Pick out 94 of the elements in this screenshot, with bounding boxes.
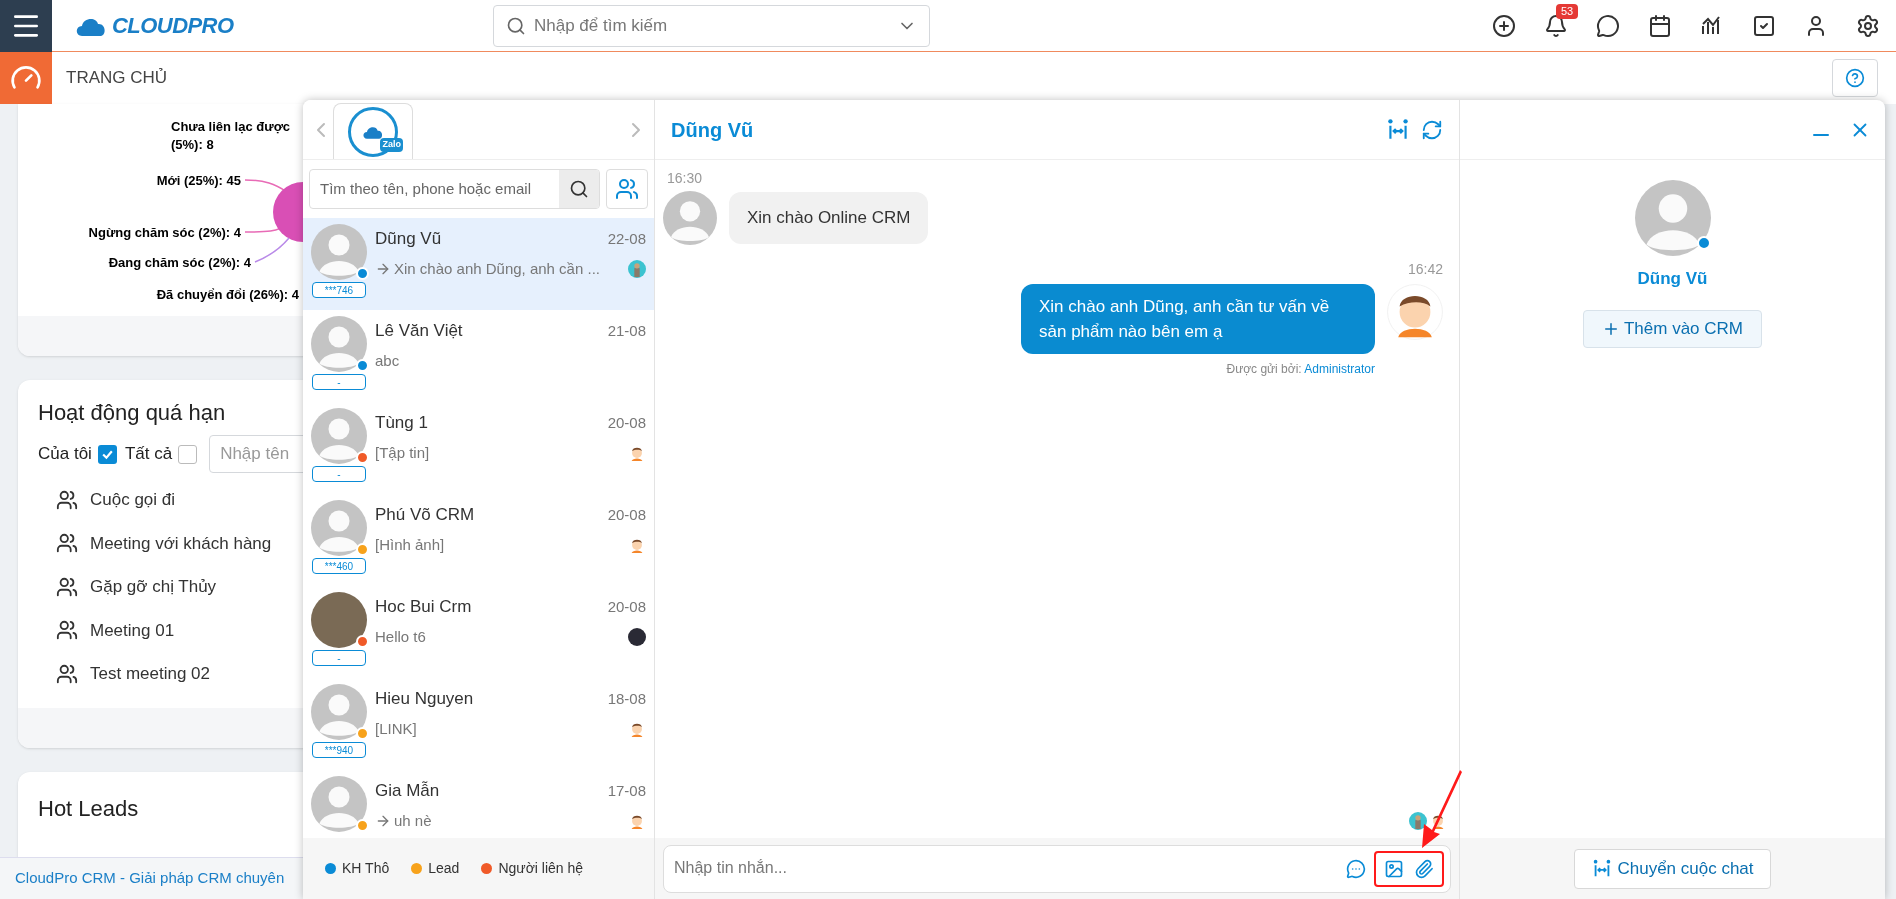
filter-label: Tất cả — [124, 443, 173, 466]
avatar — [663, 191, 717, 245]
meeting-icon — [56, 619, 78, 642]
menu-button[interactable] — [0, 0, 52, 52]
add-icon[interactable] — [1492, 13, 1516, 38]
search-icon — [506, 15, 526, 36]
incoming-message-bubble: Xin chào Online CRM — [729, 192, 929, 244]
contact-name: Gia Mẫn — [375, 780, 440, 802]
message-preview: uh nè — [394, 810, 432, 831]
contact-date: 20-08 — [607, 596, 646, 617]
chart-label: Ngừng chăm sóc (2%): 4 — [88, 224, 241, 242]
message-composer[interactable]: Nhập tin nhắn... — [663, 844, 1451, 893]
phone-tag: - — [312, 650, 366, 666]
activity-item[interactable]: Test meeting 02 — [90, 661, 210, 687]
message-preview: Hello t6 — [375, 626, 426, 647]
phone-tag: ***746 — [312, 282, 366, 298]
group-icon — [615, 177, 639, 201]
message-preview: [Tập tin] — [375, 442, 430, 463]
activity-item[interactable]: Gặp gỡ chị Thủy — [90, 574, 217, 600]
contact-date: 20-08 — [607, 504, 646, 525]
filter-label: Của tôi — [38, 443, 92, 466]
quick-reply-icon[interactable] — [1346, 858, 1366, 879]
phone-tag: ***940 — [312, 742, 366, 758]
meeting-icon — [56, 532, 78, 555]
page-title: TRANG CHỦ — [66, 67, 168, 90]
contact-date: 17-08 — [607, 780, 646, 801]
message-time: 16:42 — [1407, 260, 1443, 279]
refresh-icon[interactable] — [1421, 118, 1443, 141]
contact-date: 22-08 — [607, 228, 646, 249]
chart-label: Chưa liên lạc được (5%): 8 — [171, 118, 292, 154]
message-time: 16:30 — [667, 169, 703, 188]
activity-item[interactable]: Meeting với khách hàng — [90, 530, 272, 556]
conversation-title: Dũng Vũ — [671, 117, 754, 143]
card-title: Hot Leads — [38, 796, 139, 821]
phone-tag: - — [312, 374, 366, 390]
add-to-crm-button[interactable]: Thêm vào CRM — [1583, 309, 1762, 348]
contact-date: 18-08 — [607, 688, 646, 709]
footer-link[interactable]: CloudPro CRM - Giải pháp CRM chuyên — [15, 867, 285, 890]
contact-name: Lê Văn Việt — [375, 320, 463, 342]
outgoing-message-bubble: Xin chào anh Dũng, anh cần tư vấn về sản phẩm nào bên em ạ — [1021, 284, 1375, 354]
channel-tab[interactable]: Zalo — [333, 103, 413, 159]
contact-name: Dũng Vũ — [375, 228, 442, 250]
sent-by-text: Được gửi bởi: Administrator — [1226, 361, 1375, 378]
help-icon — [1845, 68, 1865, 88]
checkbox[interactable] — [97, 444, 117, 464]
chart-label: Đang chăm sóc (2%): 4 — [108, 254, 251, 272]
card-title: Hoạt động quá hạn — [38, 399, 226, 427]
zalo-badge: Zalo — [380, 138, 403, 152]
paperclip-icon[interactable] — [1414, 858, 1434, 879]
meeting-icon — [56, 488, 78, 511]
contact-name: Tùng 1 — [375, 412, 428, 434]
profile-name: Dũng Vũ — [1637, 268, 1708, 290]
message-preview: Xin chào anh Dũng, anh cần ... — [394, 258, 600, 279]
chart-label: Đã chuyển đổi (26%): 4 — [156, 286, 299, 304]
activity-item[interactable]: Cuộc gọi đi — [90, 487, 176, 513]
meeting-icon — [56, 662, 78, 685]
checkbox[interactable] — [178, 444, 198, 464]
phone-tag: ***460 — [312, 558, 366, 574]
man-avatar-icon — [1409, 812, 1427, 830]
group-button[interactable] — [606, 169, 648, 209]
chat-icon[interactable] — [1596, 13, 1620, 38]
image-icon[interactable] — [1384, 858, 1404, 879]
settings-icon[interactable] — [1856, 13, 1880, 38]
notification-bell-icon[interactable] — [1544, 13, 1568, 38]
legend-label: Người liên hệ — [498, 859, 584, 878]
activity-item[interactable]: Meeting 01 — [90, 617, 175, 643]
message-preview: [Hình ảnh] — [375, 534, 445, 555]
contact-name: Phú Võ CRM — [375, 504, 475, 526]
task-icon[interactable] — [1752, 13, 1776, 38]
message-preview: [LINK] — [375, 718, 417, 739]
legend-label: KH Thô — [342, 859, 390, 878]
logo-text: CLOUDPRO — [112, 12, 234, 40]
search-icon — [569, 179, 589, 199]
contact-date: 20-08 — [607, 412, 646, 433]
contact-name: Hieu Nguyen — [375, 688, 474, 710]
contact-search-bar[interactable]: Tìm theo tên, phone hoặc email — [309, 169, 600, 209]
calendar-icon[interactable] — [1648, 13, 1672, 38]
message-preview: abc — [375, 350, 400, 371]
search-button[interactable] — [559, 170, 599, 208]
search-bar[interactable]: Nhập để tìm kiếm — [493, 4, 930, 47]
phone-tag: - — [312, 466, 366, 482]
boy-avatar-icon — [1387, 284, 1443, 340]
legend-label: Lead — [428, 859, 460, 878]
notification-badge: 53 — [1556, 3, 1579, 19]
search-field[interactable]: Nhập để tìm kiếm — [534, 12, 889, 39]
contact-name: Hoc Bui Crm — [375, 596, 472, 618]
contact-date: 21-08 — [607, 320, 646, 341]
contact-item[interactable]: ***746 Dũng Vũ 22-08 Xin chào anh Dũng, anh cần ... — [303, 218, 654, 310]
transfer-chat-button[interactable]: Chuyển cuộc chat — [1574, 848, 1771, 889]
chart-label: Mới (25%): 45 — [156, 172, 241, 190]
message-input-field[interactable]: Nhập tin nhắn... — [674, 855, 1346, 880]
help-button[interactable] — [1832, 59, 1878, 97]
contact-search-field[interactable]: Tìm theo tên, phone hoặc email — [310, 177, 559, 201]
meeting-icon — [56, 575, 78, 598]
